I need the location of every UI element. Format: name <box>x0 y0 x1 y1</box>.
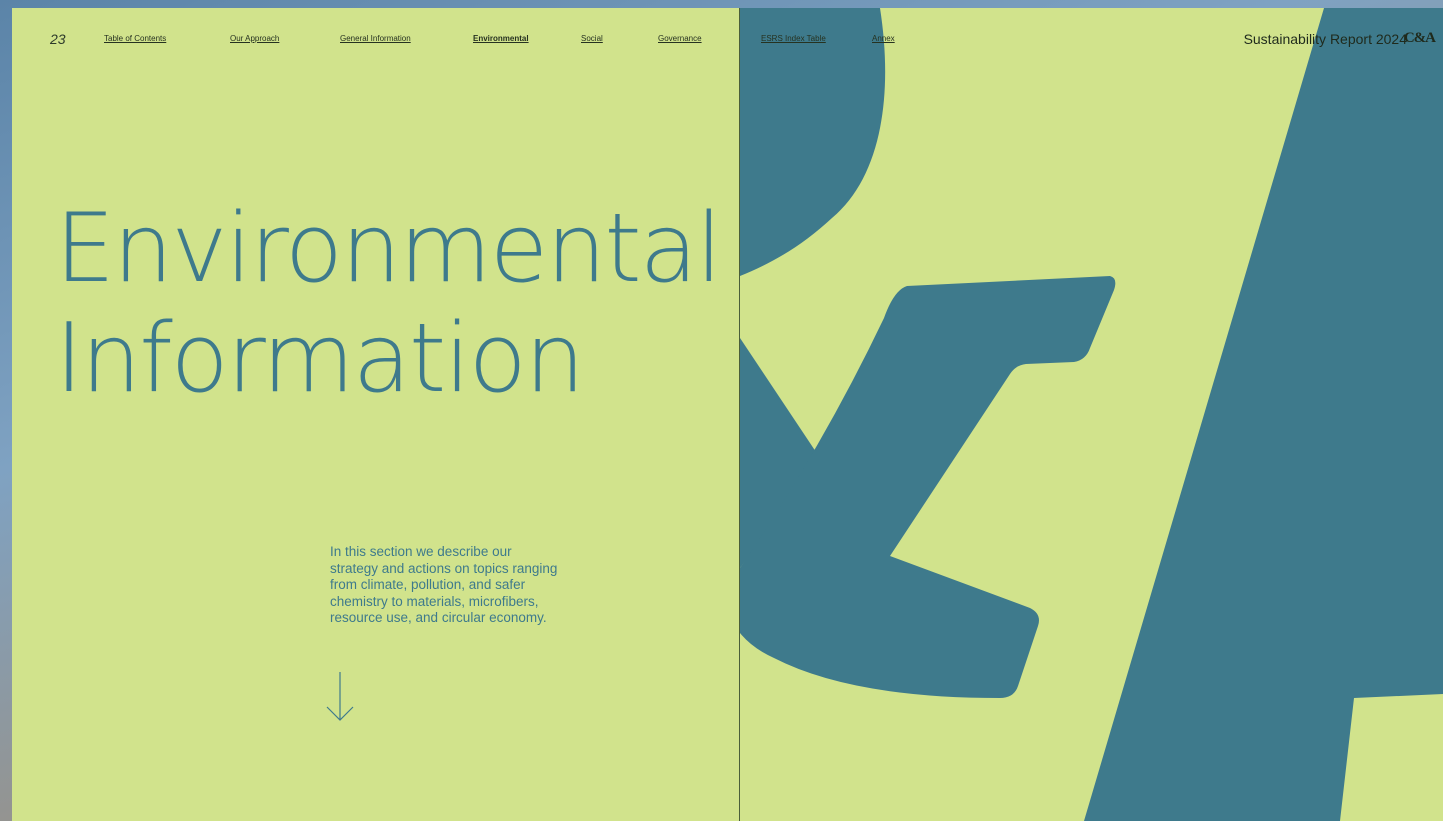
page-spine <box>739 8 740 821</box>
section-heading: Environmental Information <box>55 194 722 414</box>
section-intro: In this section we describe our strategy… <box>330 544 558 625</box>
nav-governance[interactable]: Governance <box>658 34 702 43</box>
ampersand-graphic <box>740 8 1443 821</box>
page-number: 23 <box>50 31 66 47</box>
heading-line-1: Environmental <box>55 194 722 304</box>
brand-logo: C&A <box>1403 30 1436 46</box>
nav-general-information[interactable]: General Information <box>340 34 411 43</box>
nav-esrs-index-table[interactable]: ESRS Index Table <box>761 34 826 43</box>
arrow-down-icon[interactable] <box>325 671 355 723</box>
report-title: Sustainability Report 2024 <box>1243 31 1407 47</box>
nav-annex[interactable]: Annex <box>872 34 895 43</box>
nav-table-of-contents[interactable]: Table of Contents <box>104 34 166 43</box>
heading-line-2: Information <box>55 304 585 414</box>
nav-our-approach[interactable]: Our Approach <box>230 34 279 43</box>
nav-social[interactable]: Social <box>581 34 603 43</box>
report-spread: 23 Table of Contents Our Approach Genera… <box>12 8 1443 821</box>
nav-environmental[interactable]: Environmental <box>473 34 529 43</box>
